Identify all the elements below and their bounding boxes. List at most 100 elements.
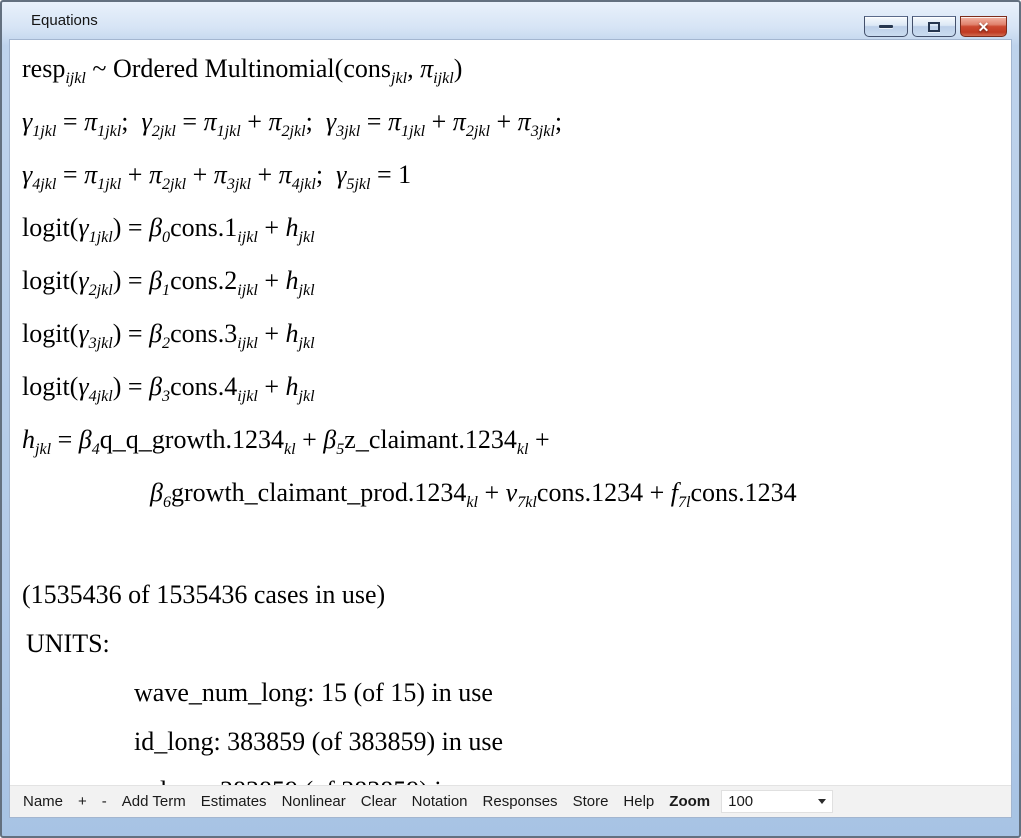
unit-line: wave_num_long: 15 (of 15) in use (22, 668, 1005, 717)
close-icon: ✕ (978, 20, 990, 34)
maximize-icon (928, 22, 940, 32)
math-variable: π (388, 107, 401, 136)
math-subscript: 1jkl (401, 123, 425, 140)
math-variable: β (79, 425, 92, 454)
titlebar[interactable]: Equations (9, 2, 1012, 39)
math-subscript: 1jkl (89, 229, 113, 246)
equation-line[interactable]: respijkl ~ Ordered Multinomial(consjkl, … (22, 44, 1005, 97)
math-subscript: 7l (678, 494, 691, 511)
math-subscript: 2jkl (466, 123, 490, 140)
math-variable: π (204, 107, 217, 136)
math-text: cons.3 (170, 319, 237, 348)
unit-line: id_long: 383859 (of 383859) in use (22, 717, 1005, 766)
math-text: cons.1234 + (537, 478, 671, 507)
math-text: + (186, 160, 214, 189)
math-subscript: 5 (336, 441, 344, 458)
math-variable: γ (22, 160, 32, 189)
math-text: = 1 (370, 160, 411, 189)
math-variable: π (268, 107, 281, 136)
math-variable: γ (326, 107, 336, 136)
math-text: ) = (113, 372, 149, 401)
plus-button[interactable]: + (78, 793, 87, 810)
math-text: ; (555, 107, 562, 136)
minimize-button[interactable] (864, 16, 908, 37)
maximize-button[interactable] (912, 16, 956, 37)
close-button[interactable]: ✕ (960, 16, 1007, 37)
math-text: logit( (22, 213, 78, 242)
math-text: ; (306, 107, 326, 136)
equation-line[interactable]: hjkl = β4q_q_growth.1234kl + β5z_claiman… (22, 415, 1005, 468)
cases-in-use-note: (1535436 of 1535436 cases in use) (22, 570, 1005, 619)
math-text: + (425, 107, 453, 136)
equations-panel: respijkl ~ Ordered Multinomial(consjkl, … (9, 39, 1012, 818)
math-text: + (121, 160, 149, 189)
equation-line[interactable]: logit(γ1jkl) = β0cons.1ijkl + hjkl (22, 203, 1005, 256)
math-text: ; (121, 107, 141, 136)
responses-button[interactable]: Responses (483, 793, 558, 810)
math-subscript: jkl (391, 70, 407, 87)
math-variable: β (149, 372, 162, 401)
math-variable: γ (78, 213, 88, 242)
clear-button[interactable]: Clear (361, 793, 397, 810)
zoom-combobox[interactable]: 100 (721, 790, 833, 813)
zoom-label: Zoom (669, 793, 710, 810)
math-variable: π (279, 160, 292, 189)
store-button[interactable]: Store (573, 793, 609, 810)
math-text: + (490, 107, 518, 136)
math-subscript: ijkl (237, 282, 258, 299)
add-term-button[interactable]: Add Term (122, 793, 186, 810)
math-variable: β (149, 319, 162, 348)
equation-line[interactable]: logit(γ2jkl) = β1cons.2ijkl + hjkl (22, 256, 1005, 309)
math-variable: h (286, 372, 299, 401)
equation-line[interactable]: β6growth_claimant_prod.1234kl + v7klcons… (22, 468, 1005, 521)
equation-line[interactable]: logit(γ4jkl) = β3cons.4ijkl + hjkl (22, 362, 1005, 415)
math-variable: γ (78, 372, 88, 401)
minimize-icon (879, 25, 893, 28)
math-subscript: jkl (35, 441, 51, 458)
math-subscript: 1jkl (217, 123, 241, 140)
math-text: + (296, 425, 324, 454)
toolbar: Name +-Add Term Estimates Nonlinear Clear Not… (10, 785, 1011, 817)
math-subscript: 7kl (517, 494, 537, 511)
math-variable: h (286, 319, 299, 348)
math-text: cons.1234 (691, 478, 797, 507)
math-subscript: 2jkl (152, 123, 176, 140)
math-variable: π (149, 160, 162, 189)
math-subscript: 0 (162, 229, 170, 246)
equation-line[interactable]: logit(γ3jkl) = β2cons.3ijkl + hjkl (22, 309, 1005, 362)
math-text: growth_claimant_prod.1234 (171, 478, 466, 507)
math-variable: v (506, 478, 518, 507)
math-subscript: ijkl (433, 70, 454, 87)
notation-button[interactable]: Notation (412, 793, 468, 810)
nonlinear-button[interactable]: Nonlinear (282, 793, 346, 810)
math-subscript: ijkl (237, 335, 258, 352)
equation-line[interactable]: γ1jkl = π1jkl; γ2jkl = π1jkl + π2jkl; γ3… (22, 97, 1005, 150)
math-variable: γ (142, 107, 152, 136)
units-list: wave_num_long: 15 (of 15) in useid_long:… (22, 668, 1005, 785)
math-variable: γ (22, 107, 32, 136)
help-button[interactable]: Help (623, 793, 654, 810)
math-subscript: 2jkl (281, 123, 305, 140)
math-text: logit( (22, 319, 78, 348)
math-text: = (56, 160, 84, 189)
name-button[interactable]: Name (23, 793, 63, 810)
math-text: , (407, 54, 420, 83)
math-text: cons.2 (170, 266, 237, 295)
math-text: + (258, 372, 286, 401)
math-text: + (258, 266, 286, 295)
math-variable: β (149, 266, 162, 295)
math-subscript: ijkl (65, 70, 86, 87)
equation-line[interactable]: γ4jkl = π1jkl + π2jkl + π3jkl + π4jkl; γ… (22, 150, 1005, 203)
math-text: = (56, 107, 84, 136)
caption-buttons: ✕ (864, 16, 1007, 37)
unit-line: n_long: 383859 (of 383859) in use (22, 766, 1005, 785)
math-text: ~ Ordered Multinomial( (86, 54, 343, 83)
estimates-button[interactable]: Estimates (201, 793, 267, 810)
math-variable: π (420, 54, 433, 83)
window-title: Equations (31, 12, 98, 29)
math-subscript: kl (466, 494, 478, 511)
math-subscript: ijkl (237, 388, 258, 405)
minus-button[interactable]: - (102, 793, 107, 810)
math-text: = (360, 107, 388, 136)
math-subscript: jkl (299, 229, 315, 246)
